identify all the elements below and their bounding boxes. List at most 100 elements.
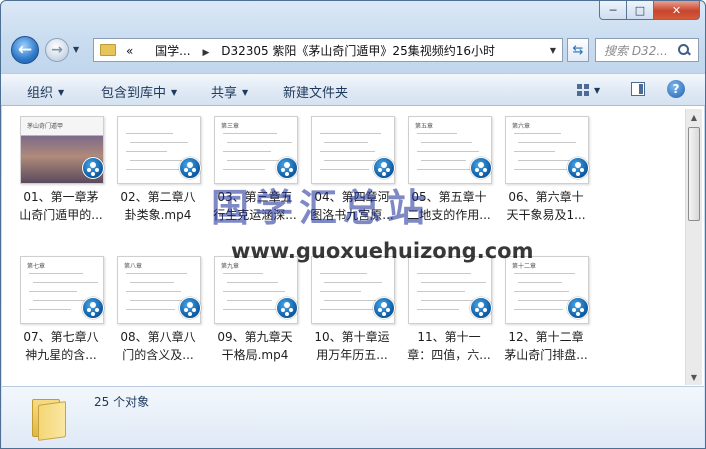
scroll-down-icon[interactable]: ▼ <box>686 369 702 385</box>
caption-buttons: ─ □ ✕ <box>599 1 700 21</box>
search-box[interactable]: 搜索 D32... <box>595 38 699 62</box>
scroll-up-icon[interactable]: ▲ <box>686 109 702 125</box>
file-name-line1: 10、第十章运 <box>314 330 390 344</box>
organize-label: 组织 <box>27 86 54 101</box>
thumbnail-title: 第八章 <box>124 263 143 270</box>
video-file-icon <box>179 157 201 179</box>
file-item[interactable]: 第九章 09、第九章天 干格局.mp4 <box>210 252 300 382</box>
recent-pages-dropdown-icon[interactable]: ▼ <box>73 45 83 54</box>
chevron-down-icon: ▼ <box>242 88 249 97</box>
include-in-library-button[interactable]: 包含到库中 ▼ <box>101 82 177 101</box>
command-bar: 组织 ▼ 包含到库中 ▼ 共享 ▼ 新建文件夹 ▼ ? <box>1 73 705 106</box>
file-item[interactable]: 第六章 06、第六章十 天干象易及1... <box>501 112 591 242</box>
chevron-down-icon: ▼ <box>594 85 601 95</box>
file-name[interactable]: 08、第八章八 门的含义及... <box>113 328 203 364</box>
forward-button[interactable]: → <box>45 38 69 62</box>
file-item[interactable]: 11、第十一 章：四值，六... <box>404 252 494 382</box>
folder-icon <box>100 44 116 56</box>
video-file-icon <box>373 157 395 179</box>
details-pane: 25 个对象 <box>2 386 704 448</box>
file-name-line1: 01、第一章茅 <box>23 190 99 204</box>
video-file-icon <box>179 297 201 319</box>
scrollbar-thumb[interactable] <box>688 127 700 221</box>
video-file-icon <box>470 157 492 179</box>
file-name[interactable]: 02、第二章八 卦类象.mp4 <box>113 188 203 224</box>
file-name-line2: 神九星的含... <box>25 348 97 362</box>
breadcrumb-item-current[interactable]: D32305 紫阳《茅山奇门遁甲》25集视频约16小时 <box>221 44 495 58</box>
file-name[interactable]: 06、第六章十 天干象易及1... <box>501 188 591 224</box>
video-file-icon <box>470 297 492 319</box>
watermark-url: www.guoxuehuizong.com <box>231 239 534 263</box>
thumbnail-title: 茅山奇门遁甲 <box>27 123 64 130</box>
video-file-icon <box>567 297 589 319</box>
include-in-library-label: 包含到库中 <box>101 86 167 101</box>
chevron-down-icon: ▼ <box>58 88 65 97</box>
video-file-icon <box>82 297 104 319</box>
maximize-button[interactable]: □ <box>627 1 654 20</box>
refresh-button[interactable]: ⇆ <box>567 38 589 62</box>
change-view-button[interactable]: ▼ <box>577 80 609 100</box>
file-name-line2: 用万年历五... <box>316 348 388 362</box>
share-button[interactable]: 共享 ▼ <box>211 82 248 101</box>
new-folder-button[interactable]: 新建文件夹 <box>283 82 348 101</box>
file-name-line1: 02、第二章八 <box>120 190 196 204</box>
vertical-scrollbar[interactable]: ▲ ▼ <box>685 109 702 385</box>
search-icon[interactable] <box>678 44 690 56</box>
file-item[interactable]: 10、第十章运 用万年历五... <box>307 252 397 382</box>
video-file-icon <box>276 297 298 319</box>
file-name-line1: 08、第八章八 <box>120 330 196 344</box>
thumbnail-title: 第三章 <box>221 123 240 130</box>
chevron-down-icon: ▼ <box>171 88 178 97</box>
file-item[interactable]: 第十二章 12、第十二章 茅山奇门排盘... <box>501 252 591 382</box>
file-name[interactable]: 09、第九章天 干格局.mp4 <box>210 328 300 364</box>
file-name-line2: 门的含义及... <box>122 348 194 362</box>
file-name[interactable]: 10、第十章运 用万年历五... <box>307 328 397 364</box>
refresh-icon: ⇆ <box>572 42 584 58</box>
folder-icon <box>30 395 66 441</box>
file-item[interactable]: 茅山奇门遁甲 01、第一章茅 山奇门遁甲的... <box>16 112 106 242</box>
thumbnail-title: 第七章 <box>27 263 46 270</box>
address-dropdown-icon[interactable]: ▼ <box>550 46 556 55</box>
help-icon[interactable]: ? <box>667 80 685 98</box>
video-file-icon <box>373 297 395 319</box>
video-file-icon <box>567 157 589 179</box>
file-name-line1: 12、第十二章 <box>508 330 584 344</box>
minimize-button[interactable]: ─ <box>599 1 627 20</box>
file-name-line1: 06、第六章十 <box>508 190 584 204</box>
chevron-right-icon[interactable]: ▶ <box>202 48 209 58</box>
file-name-line2: 茅山奇门排盘... <box>504 348 588 362</box>
back-button[interactable]: ← <box>11 36 39 64</box>
file-name-line1: 11、第十一 <box>417 330 481 344</box>
file-name[interactable]: 11、第十一 章：四值，六... <box>404 328 494 364</box>
file-item[interactable]: 第八章 08、第八章八 门的含义及... <box>113 252 203 382</box>
share-label: 共享 <box>211 86 238 101</box>
video-file-icon <box>276 157 298 179</box>
file-name-line2: 山奇门遁甲的... <box>19 208 103 222</box>
video-file-icon <box>82 157 104 179</box>
breadcrumb-item-guoxue[interactable]: 国学... <box>155 44 190 58</box>
close-button[interactable]: ✕ <box>654 1 700 20</box>
address-bar[interactable]: « 国学... ▶ D32305 紫阳《茅山奇门遁甲》25集视频约16小时 ▼ <box>93 38 563 62</box>
file-item[interactable]: 02、第二章八 卦类象.mp4 <box>113 112 203 242</box>
file-name-line2: 干格局.mp4 <box>221 348 289 362</box>
breadcrumb-overflow[interactable]: « <box>126 44 133 58</box>
file-name-line1: 09、第九章天 <box>217 330 293 344</box>
breadcrumb: « 国学... ▶ D32305 紫阳《茅山奇门遁甲》25集视频约16小时 <box>126 42 495 59</box>
new-folder-label: 新建文件夹 <box>283 86 349 101</box>
file-name-line2: 章：四值，六... <box>407 348 491 362</box>
file-name-line2: 卦类象.mp4 <box>124 208 192 222</box>
file-name-line1: 07、第七章八 <box>23 330 99 344</box>
file-name[interactable]: 12、第十二章 茅山奇门排盘... <box>501 328 591 364</box>
search-input[interactable]: 搜索 D32... <box>604 42 674 59</box>
object-count: 25 个对象 <box>94 395 150 409</box>
watermark-brand: 国学汇总站 <box>211 186 432 230</box>
thumbnail-title: 第五章 <box>415 123 434 130</box>
file-item[interactable]: 第七章 07、第七章八 神九星的含... <box>16 252 106 382</box>
file-name[interactable]: 01、第一章茅 山奇门遁甲的... <box>16 188 106 224</box>
explorer-window: ─ □ ✕ ← → ▼ « 国学... ▶ D32305 紫阳《茅山奇门遁甲》2… <box>0 0 706 449</box>
preview-pane-icon[interactable] <box>631 82 645 96</box>
organize-button[interactable]: 组织 ▼ <box>27 82 64 101</box>
file-name[interactable]: 07、第七章八 神九星的含... <box>16 328 106 364</box>
file-name-line2: 天干象易及1... <box>506 208 586 222</box>
thumbnail-title: 第六章 <box>512 123 531 130</box>
